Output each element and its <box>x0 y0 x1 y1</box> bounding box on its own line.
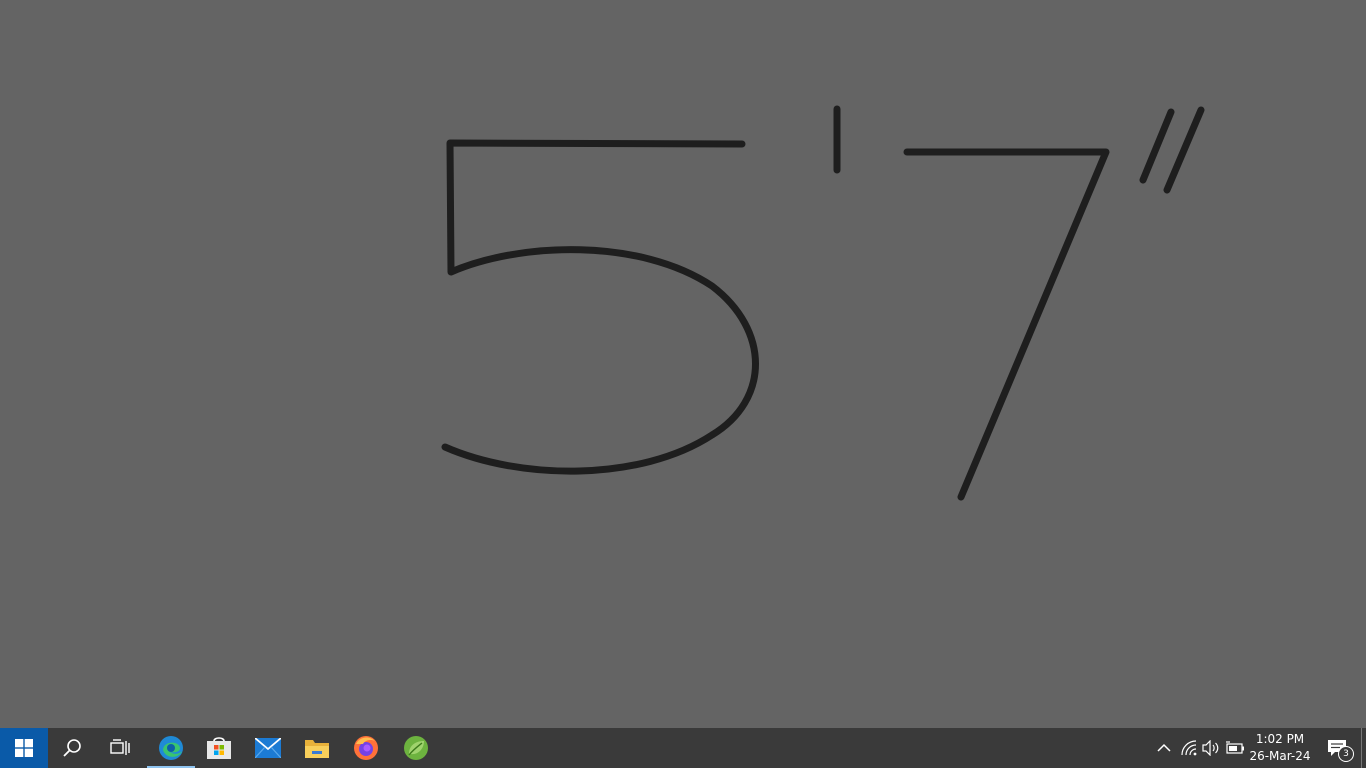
folder-icon <box>305 740 329 758</box>
network-button[interactable] <box>1178 728 1200 768</box>
chevron-up-icon <box>1157 743 1171 752</box>
taskbar-app-spring[interactable] <box>392 728 440 768</box>
mail-icon <box>255 738 281 758</box>
volume-icon <box>1202 740 1219 756</box>
clock-time: 1:02 PM <box>1255 732 1305 746</box>
action-center-button[interactable]: 3 <box>1316 728 1358 768</box>
taskbar: 1:02 PM 26-Mar-24 3 <box>0 728 1366 768</box>
battery-icon <box>1226 741 1244 754</box>
windows-logo-icon <box>15 739 33 757</box>
search-button[interactable] <box>48 728 96 768</box>
digit-seven-stroke <box>903 148 1110 501</box>
network-icon <box>1181 740 1197 756</box>
taskbar-app-store[interactable] <box>195 728 243 768</box>
taskbar-app-firefox[interactable] <box>342 728 390 768</box>
clock-date: 26-Mar-24 <box>1249 749 1311 763</box>
inch-mark-stroke-1 <box>1139 108 1175 184</box>
firefox-icon <box>354 736 378 760</box>
taskbar-app-file-explorer[interactable] <box>293 728 341 768</box>
spring-leaf-icon <box>404 736 428 760</box>
taskbar-app-mail[interactable] <box>244 728 292 768</box>
digit-five-stroke <box>441 139 759 475</box>
show-desktop-button[interactable] <box>1361 728 1366 768</box>
drawing-canvas[interactable] <box>0 0 1366 728</box>
system-clock[interactable]: 1:02 PM 26-Mar-24 <box>1248 728 1312 768</box>
battery-button[interactable] <box>1224 728 1246 768</box>
search-icon <box>63 739 81 757</box>
task-view-button[interactable] <box>96 728 144 768</box>
start-button[interactable] <box>0 728 48 768</box>
taskbar-app-edge[interactable] <box>147 728 195 768</box>
notification-count-badge: 3 <box>1338 746 1354 762</box>
show-hidden-icons-button[interactable] <box>1153 728 1175 768</box>
volume-button[interactable] <box>1200 728 1222 768</box>
task-view-icon <box>110 739 130 755</box>
inch-mark-stroke-2 <box>1163 106 1205 194</box>
handwritten-drawing <box>441 105 1205 501</box>
edge-icon <box>159 736 183 760</box>
store-icon <box>207 737 231 759</box>
